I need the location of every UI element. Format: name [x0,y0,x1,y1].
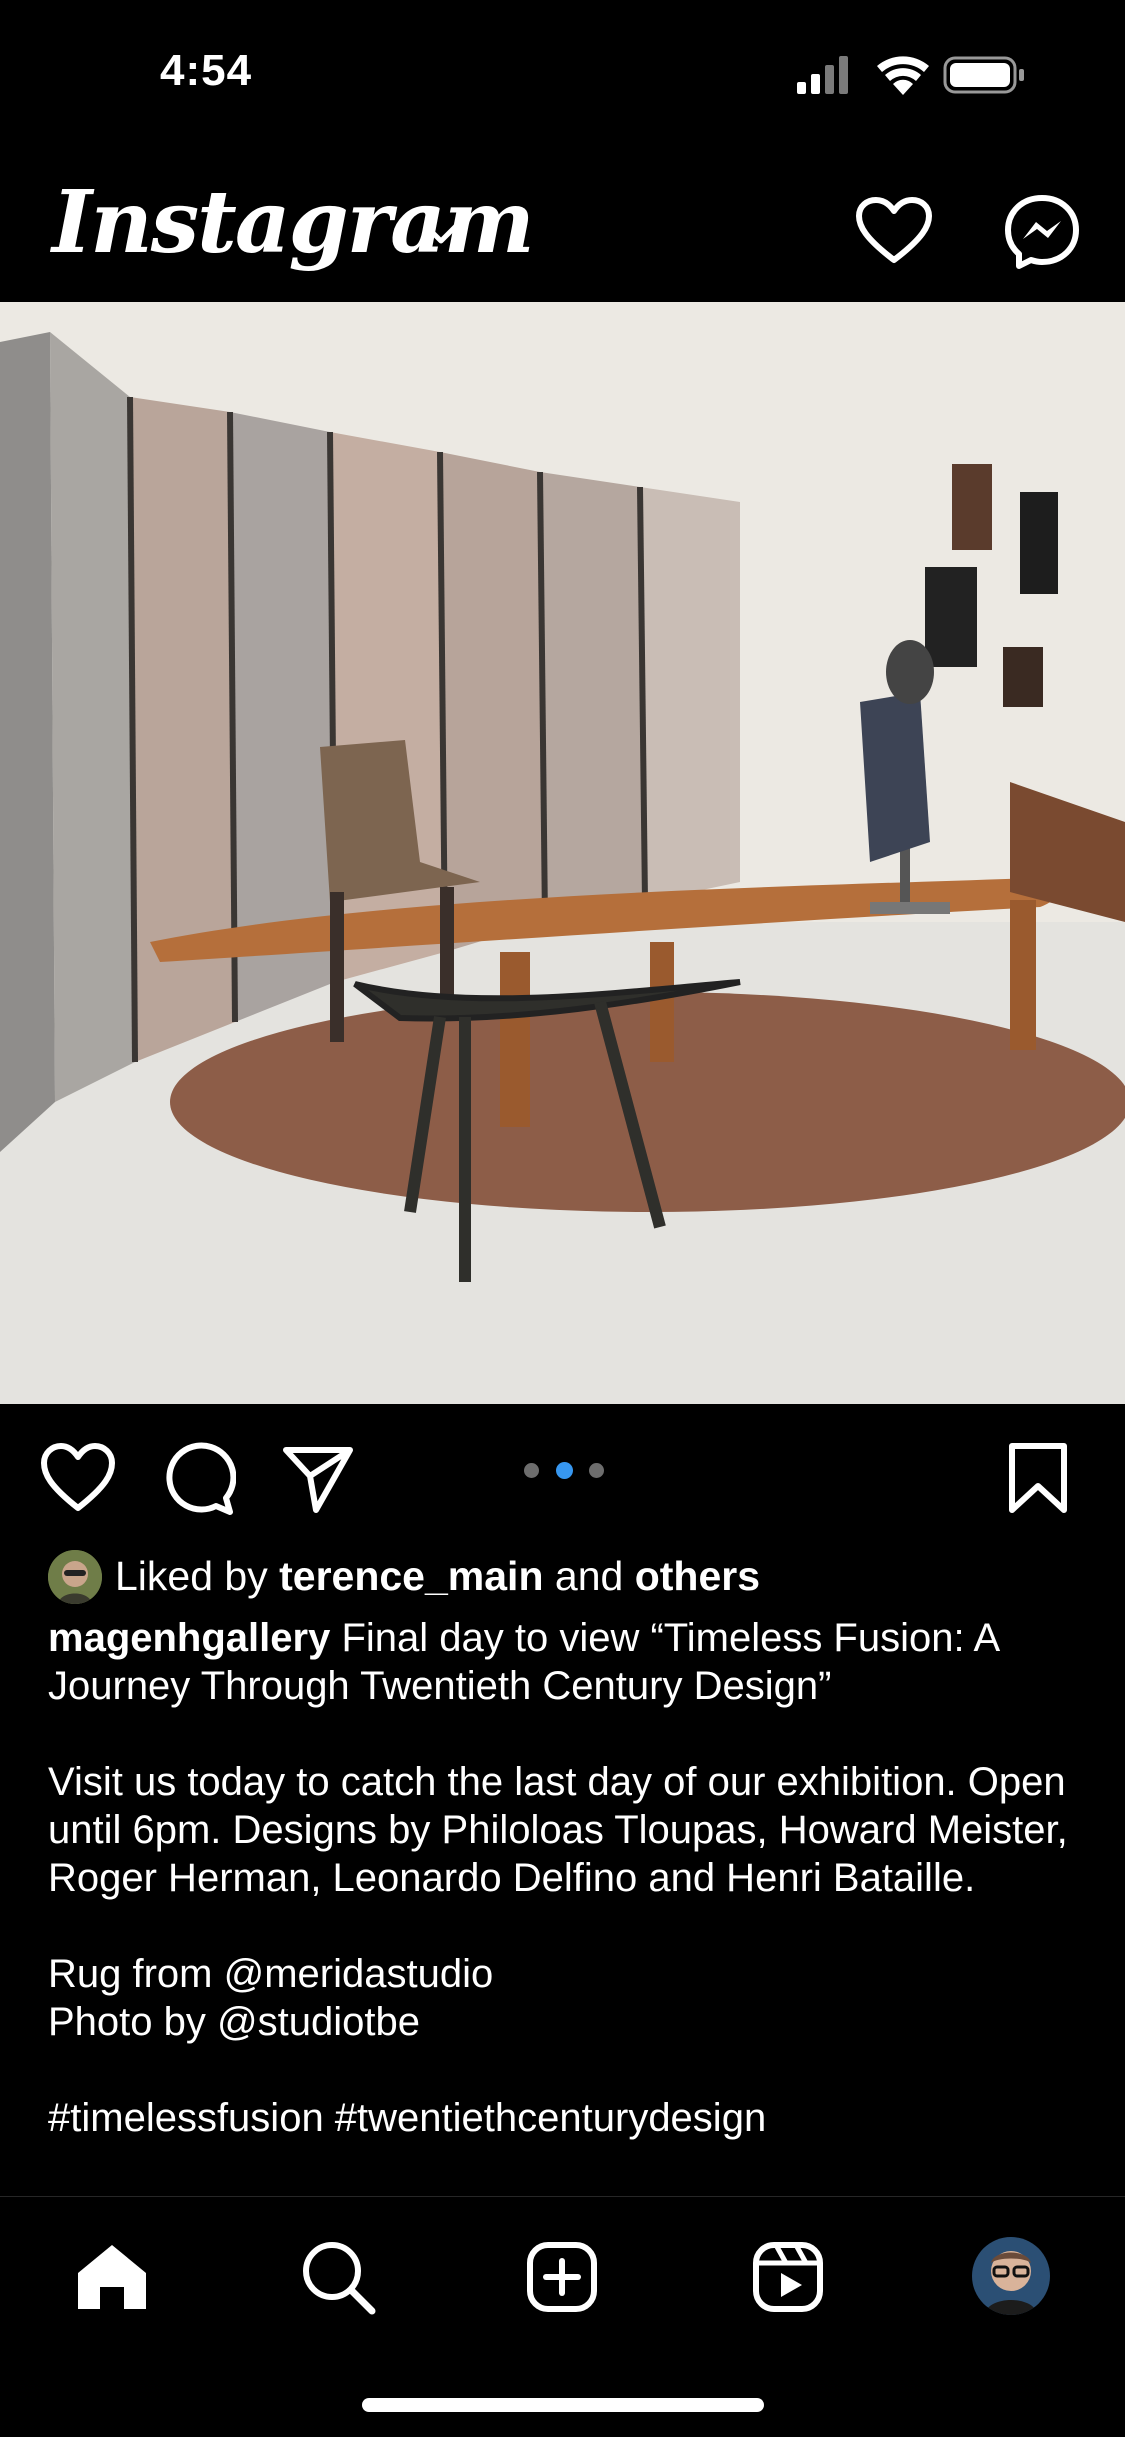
post-caption: magenhgallery Final day to view “Timeles… [48,1614,1088,2142]
messenger-icon[interactable] [1003,193,1081,271]
nav-search[interactable] [298,2237,378,2317]
likes-others[interactable]: others [635,1553,760,1599]
caption-text: Final day to view “Timeless Fusion: A Jo… [48,1616,1068,2140]
liker-avatar[interactable] [48,1550,102,1604]
chevron-down-icon[interactable] [420,212,462,254]
carousel-dot-active [556,1462,573,1479]
battery-icon [943,56,1024,94]
status-icons [795,52,1030,96]
nav-home[interactable] [72,2237,152,2317]
home-indicator[interactable] [362,2398,764,2412]
carousel-indicator [520,1461,610,1479]
home-icon [78,2245,146,2309]
nav-create[interactable] [522,2237,602,2317]
caption-fade [0,2168,1125,2196]
like-button[interactable] [40,1440,116,1516]
profile-avatar [972,2237,1050,2315]
nav-reels[interactable] [748,2237,828,2317]
reels-icon [753,2242,823,2312]
post-image[interactable] [0,302,1125,1404]
likes-summary[interactable]: Liked by terence_main and others [115,1553,760,1600]
comment-button[interactable] [160,1440,237,1516]
nav-profile[interactable] [972,2237,1050,2315]
notifications-heart-icon[interactable] [855,196,933,266]
send-icon [283,1447,353,1513]
heart-icon [41,1443,115,1511]
search-icon [303,2242,376,2315]
save-button[interactable] [1000,1440,1076,1516]
comment-icon [166,1442,237,1515]
share-button[interactable] [280,1440,356,1516]
likes-prefix: Liked by [115,1553,268,1599]
caption-username[interactable]: magenhgallery [48,1616,330,1660]
bookmark-icon [1009,1443,1067,1513]
status-time: 4:54 [160,46,253,95]
create-icon [527,2242,597,2312]
signal-icon [797,56,848,94]
liker-username[interactable]: terence_main [279,1553,543,1599]
carousel-dot [524,1463,539,1478]
wifi-icon [877,56,929,95]
likes-connector: and [554,1553,624,1599]
carousel-dot [589,1463,604,1478]
